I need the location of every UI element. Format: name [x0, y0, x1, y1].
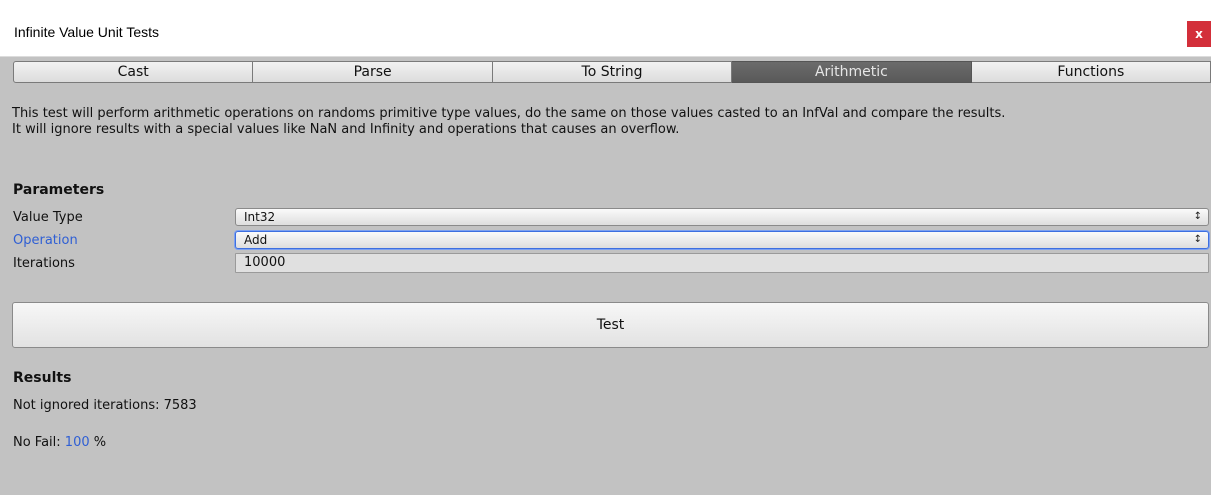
no-fail-result: No Fail: 100 %	[13, 435, 106, 450]
value-type-dropdown[interactable]: Int32 ↕	[235, 208, 1209, 226]
description-line-2: It will ignore results with a special va…	[12, 122, 680, 137]
updown-arrow-icon: ↕	[1193, 211, 1202, 222]
tab-to-string[interactable]: To String	[492, 61, 733, 83]
tab-parse[interactable]: Parse	[253, 61, 493, 83]
title-bar: Infinite Value Unit Tests x	[0, 10, 1211, 57]
no-fail-suffix: %	[89, 435, 107, 450]
unit-tests-window: Infinite Value Unit Tests x Cast Parse T…	[0, 10, 1211, 495]
test-description: This test will perform arithmetic operat…	[12, 106, 1197, 138]
value-type-selected: Int32	[244, 210, 276, 224]
window-title: Infinite Value Unit Tests	[14, 24, 160, 40]
updown-arrow-icon: ↕	[1193, 234, 1202, 245]
no-fail-prefix: No Fail:	[13, 435, 65, 450]
operation-selected: Add	[244, 233, 268, 247]
close-button[interactable]: x	[1187, 21, 1211, 47]
operation-label: Operation	[13, 233, 78, 248]
no-fail-percentage: 100	[64, 435, 90, 450]
test-button[interactable]: Test	[12, 302, 1209, 348]
not-ignored-iterations: Not ignored iterations: 7583	[13, 398, 197, 413]
iterations-input[interactable]: 10000	[235, 253, 1209, 273]
operation-dropdown[interactable]: Add ↕	[235, 231, 1209, 249]
tab-bar: Cast Parse To String Arithmetic Function…	[13, 61, 1211, 83]
description-line-1: This test will perform arithmetic operat…	[12, 106, 1006, 121]
tab-cast[interactable]: Cast	[13, 61, 254, 83]
tab-arithmetic[interactable]: Arithmetic	[732, 61, 972, 83]
parameters-heading: Parameters	[13, 182, 105, 198]
results-heading: Results	[13, 370, 72, 386]
tab-functions[interactable]: Functions	[971, 61, 1211, 83]
close-icon: x	[1195, 27, 1203, 41]
iterations-label: Iterations	[13, 256, 75, 271]
value-type-label: Value Type	[13, 210, 83, 225]
